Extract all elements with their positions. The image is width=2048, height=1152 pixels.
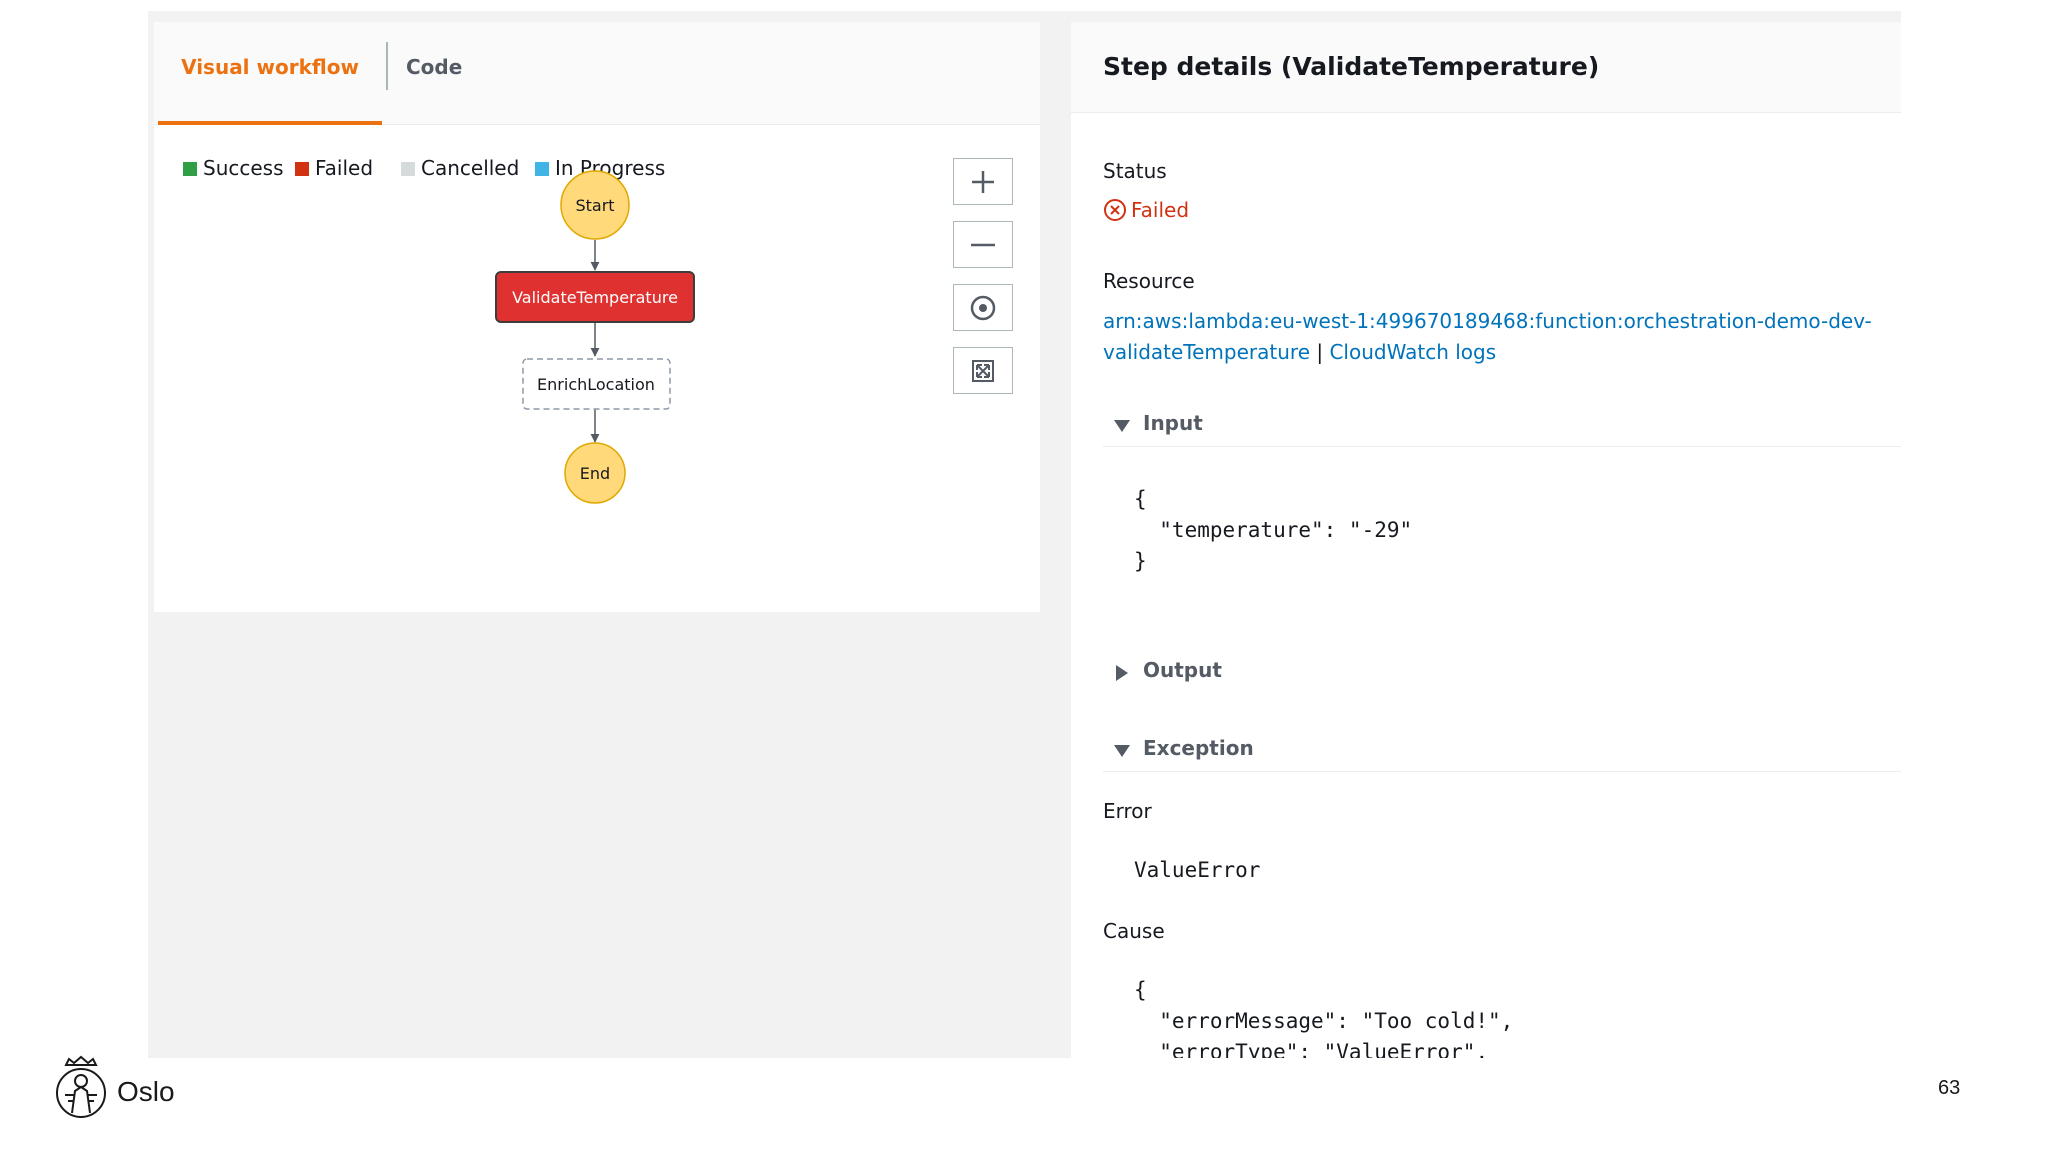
enrich-location-node[interactable]: EnrichLocation	[522, 358, 671, 410]
workflow-panel: Visual workflow Code Success Failed Canc…	[154, 22, 1040, 612]
cause-label: Cause	[1103, 919, 1165, 943]
error-label: Error	[1103, 799, 1152, 823]
start-node-label: Start	[575, 196, 614, 215]
error-value: ValueError	[1134, 858, 1261, 882]
status-badge: Failed	[1103, 198, 1189, 222]
oslo-logo-icon	[56, 1055, 106, 1118]
fit-button[interactable]	[953, 347, 1013, 394]
input-section-title: Input	[1143, 411, 1203, 435]
resource-value: arn:aws:lambda:eu-west-1:499670189468:fu…	[1103, 306, 1893, 368]
failed-icon	[1104, 199, 1126, 221]
caret-down-icon	[1114, 745, 1130, 757]
exception-section-toggle[interactable]: Exception	[1103, 732, 1901, 772]
end-node-label: End	[580, 464, 610, 483]
fit-icon	[972, 359, 994, 382]
output-section-title: Output	[1143, 658, 1222, 682]
validate-node-label: ValidateTemperature	[512, 288, 678, 307]
cause-code: { "errorMessage": "Too cold!", "errorTyp…	[1134, 978, 1514, 1058]
center-icon	[970, 295, 996, 320]
zoom-out-button[interactable]	[953, 221, 1013, 268]
caret-right-icon	[1116, 665, 1128, 681]
resource-label: Resource	[1103, 269, 1195, 293]
step-details-header: Step details (ValidateTemperature)	[1071, 22, 1901, 113]
step-details-panel: Step details (ValidateTemperature) Statu…	[1071, 22, 1901, 1058]
zoom-out-icon	[971, 243, 995, 246]
screenshot: Visual workflow Code Success Failed Canc…	[148, 11, 1901, 1058]
validate-temperature-node[interactable]: ValidateTemperature	[495, 271, 695, 323]
caret-down-icon	[1114, 420, 1130, 432]
output-section-toggle[interactable]: Output	[1103, 654, 1901, 694]
input-code: { "temperature": "-29" }	[1134, 487, 1413, 573]
center-button[interactable]	[953, 284, 1013, 331]
zoom-in-icon	[972, 170, 994, 193]
input-section-toggle[interactable]: Input	[1103, 407, 1901, 447]
status-label: Status	[1103, 159, 1167, 183]
link-separator: |	[1316, 340, 1324, 364]
exception-section-title: Exception	[1143, 736, 1254, 760]
cloudwatch-logs-link[interactable]: CloudWatch logs	[1329, 340, 1496, 364]
start-node[interactable]: Start	[560, 170, 630, 240]
zoom-in-button[interactable]	[953, 158, 1013, 205]
status-value: Failed	[1131, 198, 1190, 222]
workflow-graph: Start ValidateTemperature EnrichLocation…	[495, 170, 695, 504]
enrich-node-label: EnrichLocation	[537, 375, 655, 394]
step-details-title: Step details (ValidateTemperature)	[1103, 52, 1600, 81]
end-node[interactable]: End	[564, 442, 626, 504]
brand-name: Oslo	[117, 1076, 175, 1107]
page-number: 63	[1938, 1077, 1961, 1099]
